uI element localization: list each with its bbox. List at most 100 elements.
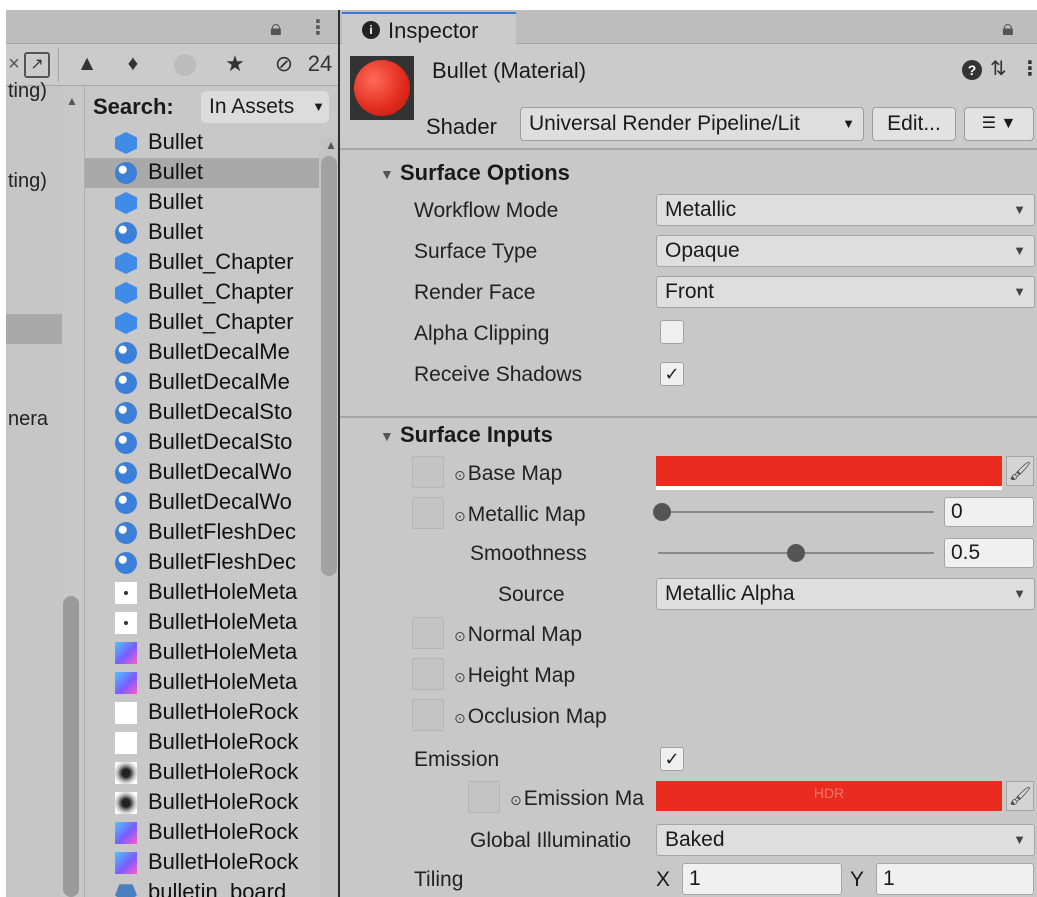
help-icon[interactable]: ?: [962, 60, 982, 80]
filter-by-type-icon[interactable]: ▲: [70, 48, 104, 80]
asset-list-item[interactable]: Bullet: [85, 128, 325, 158]
metallic-map-texture-slot[interactable]: [412, 497, 444, 529]
shader-dropdown[interactable]: Universal Render Pipeline/Lit ▼: [520, 107, 864, 141]
clear-search-icon[interactable]: ×: [6, 48, 22, 80]
smoothness-value-field[interactable]: 0.5: [944, 538, 1034, 568]
component-menu-icon[interactable]: ⋮: [1020, 56, 1037, 81]
asset-list-scrollbar-thumb[interactable]: [321, 156, 337, 576]
eyedropper-icon[interactable]: 🖌︎: [1006, 781, 1034, 811]
surface-options-header[interactable]: ▼ Surface Options: [340, 156, 1037, 192]
source-dropdown[interactable]: Metallic Alpha ▼: [656, 578, 1035, 610]
workflow-mode-dropdown[interactable]: Metallic ▼: [656, 194, 1035, 226]
object-picker-icon[interactable]: ⊙: [454, 628, 466, 644]
asset-name: BulletDecalWo: [148, 489, 292, 514]
alpha-clipping-checkbox[interactable]: [660, 320, 684, 344]
lock-icon[interactable]: 🔒︎: [1002, 15, 1014, 41]
object-picker-icon[interactable]: ⊙: [454, 669, 466, 685]
folder-tree-selection: [6, 314, 62, 344]
object-picker-icon[interactable]: ⊙: [510, 792, 522, 808]
eyedropper-icon[interactable]: 🖌︎: [1006, 456, 1034, 486]
asset-list-item[interactable]: BulletHoleMeta: [85, 668, 325, 698]
asset-list-item[interactable]: BulletHoleMeta: [85, 608, 325, 638]
object-picker-icon[interactable]: ⊙: [454, 508, 466, 524]
asset-list-item[interactable]: BulletFleshDec: [85, 548, 325, 578]
asset-list-item[interactable]: Bullet_Chapter: [85, 308, 325, 338]
object-picker-icon[interactable]: ⊙: [454, 710, 466, 726]
render-face-dropdown[interactable]: Front ▼: [656, 276, 1035, 308]
asset-list-item[interactable]: BulletHoleRock: [85, 728, 325, 758]
metallic-map-label[interactable]: ⊙Metallic Map: [454, 503, 586, 527]
base-map-label-text: Base Map: [467, 462, 563, 485]
surface-inputs-header[interactable]: ▼ Surface Inputs: [340, 418, 1037, 454]
normal-map-label[interactable]: ⊙Normal Map: [454, 623, 582, 647]
asset-list-item[interactable]: Bullet_Chapter: [85, 278, 325, 308]
asset-list-item[interactable]: Bullet: [85, 218, 325, 248]
asset-list-item[interactable]: Bullet: [85, 188, 325, 218]
occlusion-map-label[interactable]: ⊙Occlusion Map: [454, 705, 607, 729]
asset-list-item[interactable]: BulletDecalMe: [85, 338, 325, 368]
emission-map-label[interactable]: ⊙Emission Ma: [510, 787, 656, 811]
normal-map-texture-slot[interactable]: [412, 617, 444, 649]
edit-shader-button[interactable]: Edit...: [872, 107, 956, 141]
asset-list-item[interactable]: BulletHoleRock: [85, 848, 325, 878]
asset-name: BulletHoleMeta: [148, 669, 298, 694]
tab-inspector[interactable]: i Inspector: [342, 12, 516, 44]
metallic-slider-track[interactable]: [658, 511, 934, 513]
tiling-y-field[interactable]: 1: [876, 863, 1034, 895]
asset-list-item[interactable]: BulletDecalWo: [85, 488, 325, 518]
asset-list-item[interactable]: BulletFleshDec: [85, 518, 325, 548]
asset-list-item[interactable]: Bullet: [85, 158, 325, 188]
search-scope-dropdown[interactable]: In Assets ▼: [201, 91, 329, 123]
filter-by-state-icon[interactable]: [174, 54, 196, 76]
folder-tree-item[interactable]: nera: [8, 408, 48, 431]
chevron-down-icon: ▼: [1013, 202, 1026, 217]
favorite-star-icon[interactable]: ★: [218, 48, 252, 80]
hidden-packages-icon[interactable]: ⊘: [264, 48, 304, 80]
scroll-up-arrow-icon[interactable]: ▲: [66, 94, 78, 108]
material-preview-sphere: [350, 56, 414, 120]
receive-shadows-checkbox[interactable]: ✓: [660, 362, 684, 386]
asset-list-item[interactable]: BulletDecalSto: [85, 428, 325, 458]
metallic-slider-handle[interactable]: [653, 503, 671, 521]
emission-map-texture-slot[interactable]: [468, 781, 500, 813]
occlusion-map-texture-slot[interactable]: [412, 699, 444, 731]
presets-icon[interactable]: ⇅: [990, 56, 1007, 81]
asset-list-item[interactable]: BulletHoleMeta: [85, 578, 325, 608]
emission-checkbox[interactable]: ✓: [660, 747, 684, 771]
global-illumination-dropdown[interactable]: Baked ▼: [656, 824, 1035, 856]
asset-name: BulletHoleMeta: [148, 639, 298, 664]
hidden-count: 24: [307, 51, 333, 76]
asset-list-item[interactable]: BulletHoleRock: [85, 758, 325, 788]
asset-list-item[interactable]: BulletHoleRock: [85, 788, 325, 818]
folder-tree-scrollbar[interactable]: [63, 596, 79, 897]
asset-list-item[interactable]: BulletDecalSto: [85, 398, 325, 428]
asset-list-item[interactable]: BulletDecalMe: [85, 368, 325, 398]
base-map-color-field[interactable]: [656, 456, 1002, 486]
base-map-texture-slot[interactable]: [412, 456, 444, 488]
asset-list-item[interactable]: BulletHoleMeta: [85, 638, 325, 668]
open-window-icon[interactable]: ↗: [24, 52, 50, 78]
asset-list-item[interactable]: BulletDecalWo: [85, 458, 325, 488]
filter-by-label-icon[interactable]: ♦: [116, 48, 150, 80]
asset-list-item[interactable]: bulletin_board: [85, 878, 325, 897]
asset-list-item[interactable]: BulletHoleRock: [85, 698, 325, 728]
asset-list-item[interactable]: Bullet_Chapter: [85, 248, 325, 278]
height-map-label[interactable]: ⊙Height Map: [454, 664, 575, 688]
texture-normal-icon: [115, 822, 137, 844]
surface-type-dropdown[interactable]: Opaque ▼: [656, 235, 1035, 267]
base-map-label[interactable]: ⊙Base Map: [454, 462, 562, 486]
object-picker-icon[interactable]: ⊙: [454, 467, 466, 483]
panel-menu-icon[interactable]: ⋮: [308, 15, 328, 40]
folder-tree-item[interactable]: ting): [8, 170, 47, 193]
shader-options-button[interactable]: ☰ ▼: [964, 107, 1034, 141]
scroll-up-arrow-icon[interactable]: ▲: [325, 138, 337, 152]
material-icon: [115, 402, 137, 424]
metallic-value-field[interactable]: 0: [944, 497, 1034, 527]
tiling-x-field[interactable]: 1: [682, 863, 842, 895]
lock-icon[interactable]: 🔒︎: [270, 15, 282, 41]
height-map-texture-slot[interactable]: [412, 658, 444, 690]
smoothness-slider-handle[interactable]: [787, 544, 805, 562]
asset-list-item[interactable]: BulletHoleRock: [85, 818, 325, 848]
emission-color-field[interactable]: HDR: [656, 781, 1002, 811]
folder-tree-item[interactable]: ting): [8, 80, 47, 103]
